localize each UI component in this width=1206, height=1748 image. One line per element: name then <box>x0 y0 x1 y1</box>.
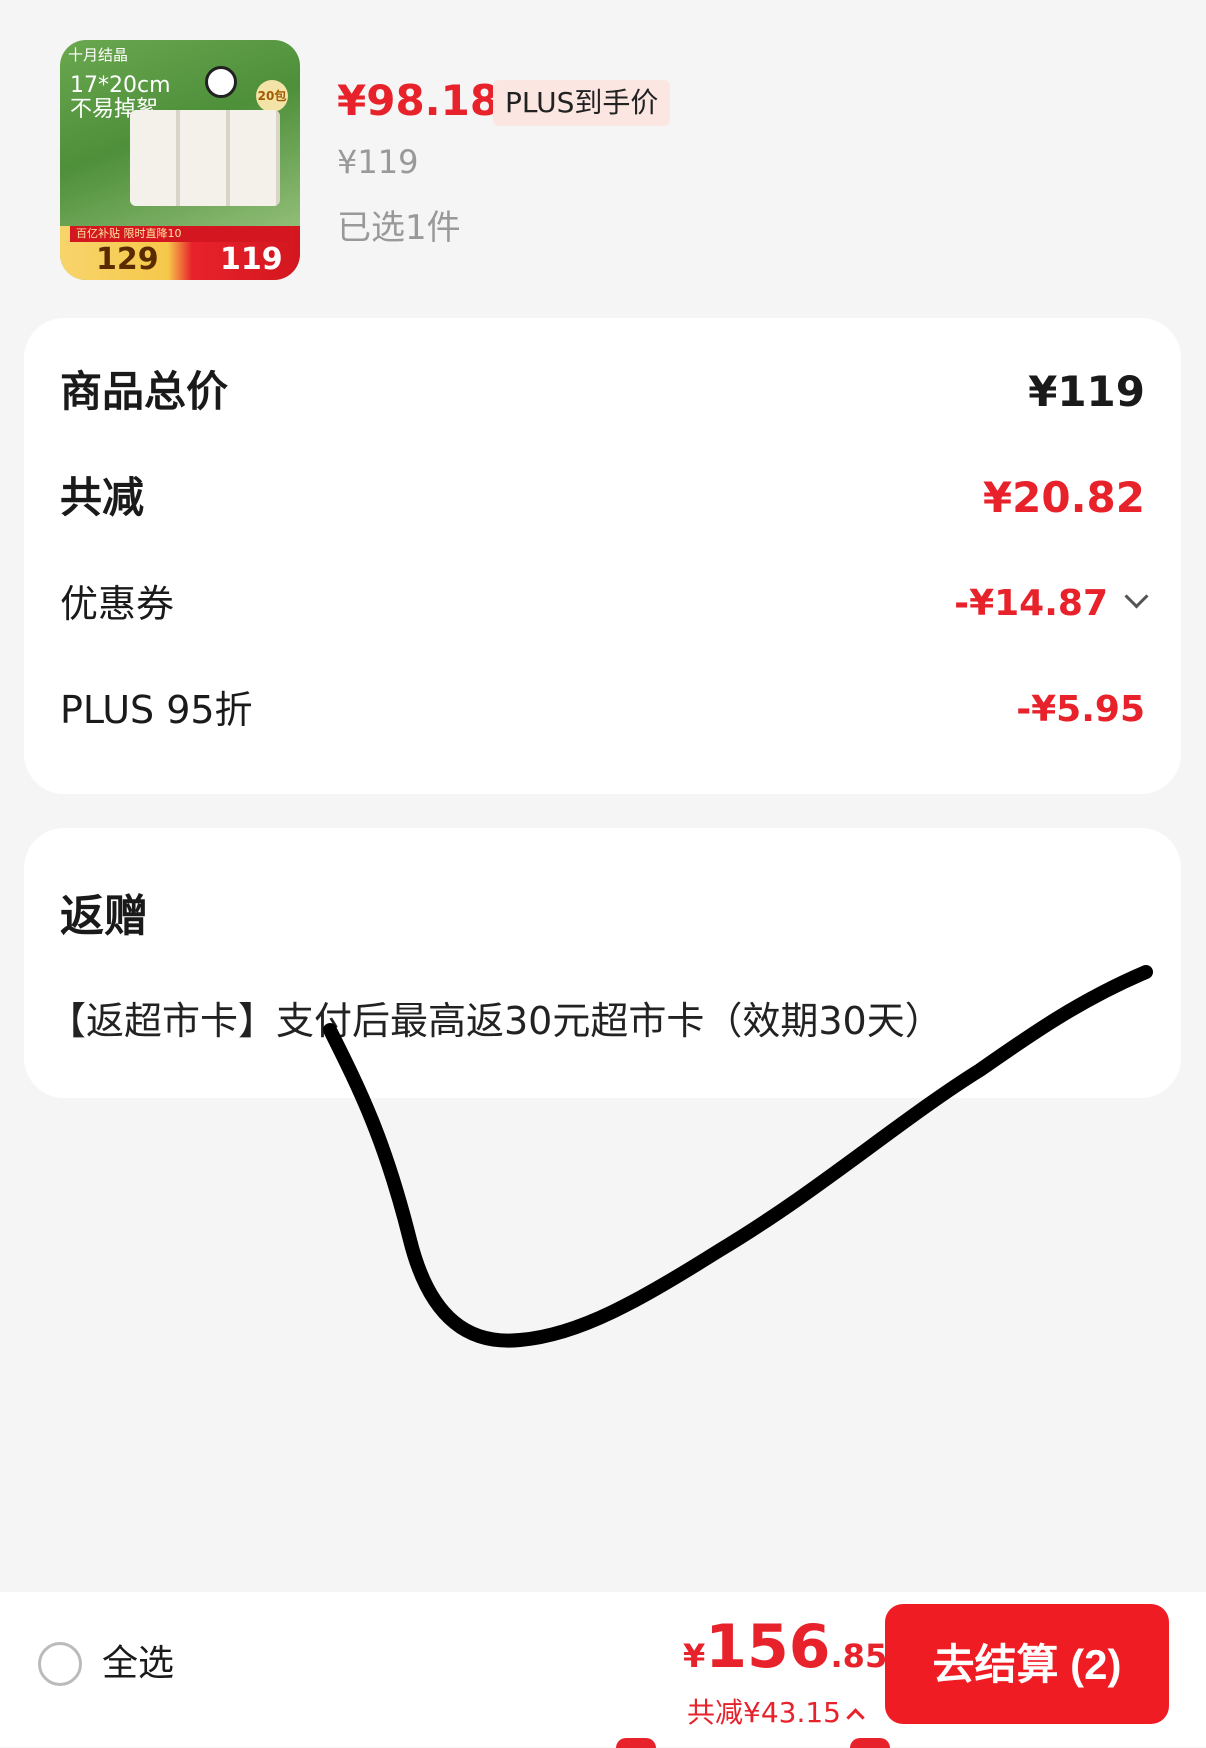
select-all-radio[interactable] <box>38 1642 82 1686</box>
total-integer: 156 <box>705 1612 831 1682</box>
coupon-value: -¥14.87 <box>954 583 1108 624</box>
thumb-size-text: 17*20cm <box>70 73 171 98</box>
total-price-row: 商品总价 ¥119 <box>60 362 1145 422</box>
plus-price: ¥98.18 <box>337 76 500 125</box>
discount-total-label: 共减 <box>60 473 145 522</box>
price-summary-card: 商品总价 ¥119 共减 ¥20.82 优惠券 -¥14.87 PLUS 95折… <box>24 318 1181 794</box>
total-saved-text: 共减¥43.15 <box>687 1696 841 1729</box>
total-decimal: .85 <box>830 1637 888 1675</box>
thumb-band-title: 百亿补贴 限时直降10 <box>70 226 290 242</box>
checkout-bar: 全选 ¥156.85 共减¥43.15 去结算 (2) <box>0 1592 1206 1748</box>
thumb-price-after: 119 <box>220 242 283 277</box>
total-saved[interactable]: 共减¥43.15 <box>687 1691 865 1731</box>
original-price: ¥119 <box>337 143 419 181</box>
gift-title: 返赠 <box>60 891 148 942</box>
coupon-row[interactable]: 优惠券 -¥14.87 <box>60 574 1149 634</box>
plus-discount-label: PLUS 95折 <box>60 688 253 732</box>
checkout-button[interactable]: 去结算 (2) <box>885 1604 1169 1724</box>
chevron-down-icon[interactable] <box>1124 584 1149 609</box>
total-price-label: 商品总价 <box>60 367 229 416</box>
thumb-brand: 十月结晶 <box>68 46 129 64</box>
tissue-pack-image <box>130 110 280 206</box>
cart-total: ¥156.85 <box>683 1612 887 1682</box>
plus-discount-value: -¥5.95 <box>1016 689 1145 730</box>
product-header: 十月结晶 17*20cm 不易掉絮 20包 百亿补贴 限时直降10 129 11… <box>0 0 1206 310</box>
discount-total-value: ¥20.82 <box>982 473 1145 522</box>
plus-price-tag: PLUS到手价 <box>493 80 671 126</box>
gift-description: 【返超市卡】支付后最高返30元超市卡（效期30天） <box>48 999 943 1043</box>
select-all-label[interactable]: 全选 <box>102 1640 174 1688</box>
discount-total-row: 共减 ¥20.82 <box>60 468 1145 528</box>
plus-discount-row: PLUS 95折 -¥5.95 <box>60 680 1145 740</box>
selected-count: 已选1件 <box>337 208 461 248</box>
thumb-price-band: 百亿补贴 限时直降10 129 119 <box>60 226 300 280</box>
coupon-label: 优惠券 <box>60 582 175 626</box>
total-price-value: ¥119 <box>1028 367 1145 416</box>
thumb-badge: 20包 <box>256 80 288 112</box>
total-currency: ¥ <box>683 1637 706 1675</box>
chevron-up-icon <box>846 1708 865 1727</box>
panda-icon <box>205 66 237 98</box>
gift-card: 返赠 <box>24 828 1181 1098</box>
product-thumbnail[interactable]: 十月结晶 17*20cm 不易掉絮 20包 百亿补贴 限时直降10 129 11… <box>60 40 300 280</box>
thumb-price-before: 129 <box>96 242 159 277</box>
